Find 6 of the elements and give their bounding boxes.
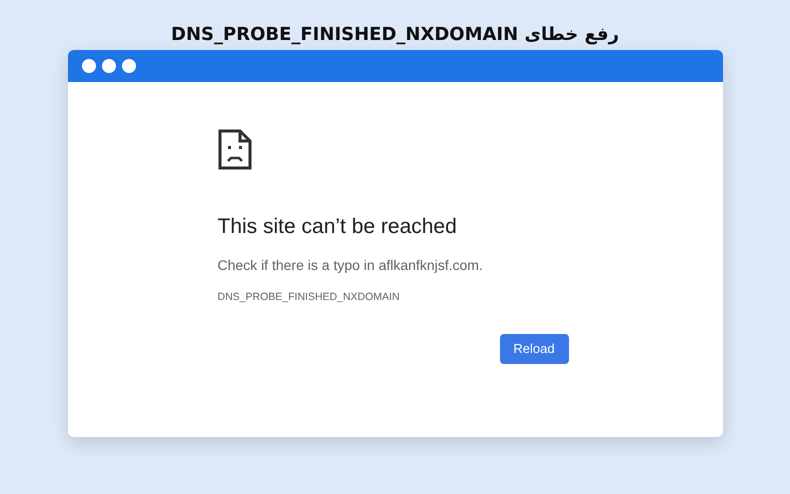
error-code: DNS_PROBE_FINISHED_NXDOMAIN	[218, 290, 401, 304]
sad-page-icon	[218, 129, 252, 170]
error-message: Check if there is a typo in aflkanfknjsf.com.	[218, 256, 484, 274]
reload-button[interactable]: Reload	[500, 334, 568, 364]
error-heading: This site can’t be reached	[218, 214, 458, 240]
banner-title: رفع خطای DNS_PROBE_FINISHED_NXDOMAIN	[171, 23, 619, 47]
